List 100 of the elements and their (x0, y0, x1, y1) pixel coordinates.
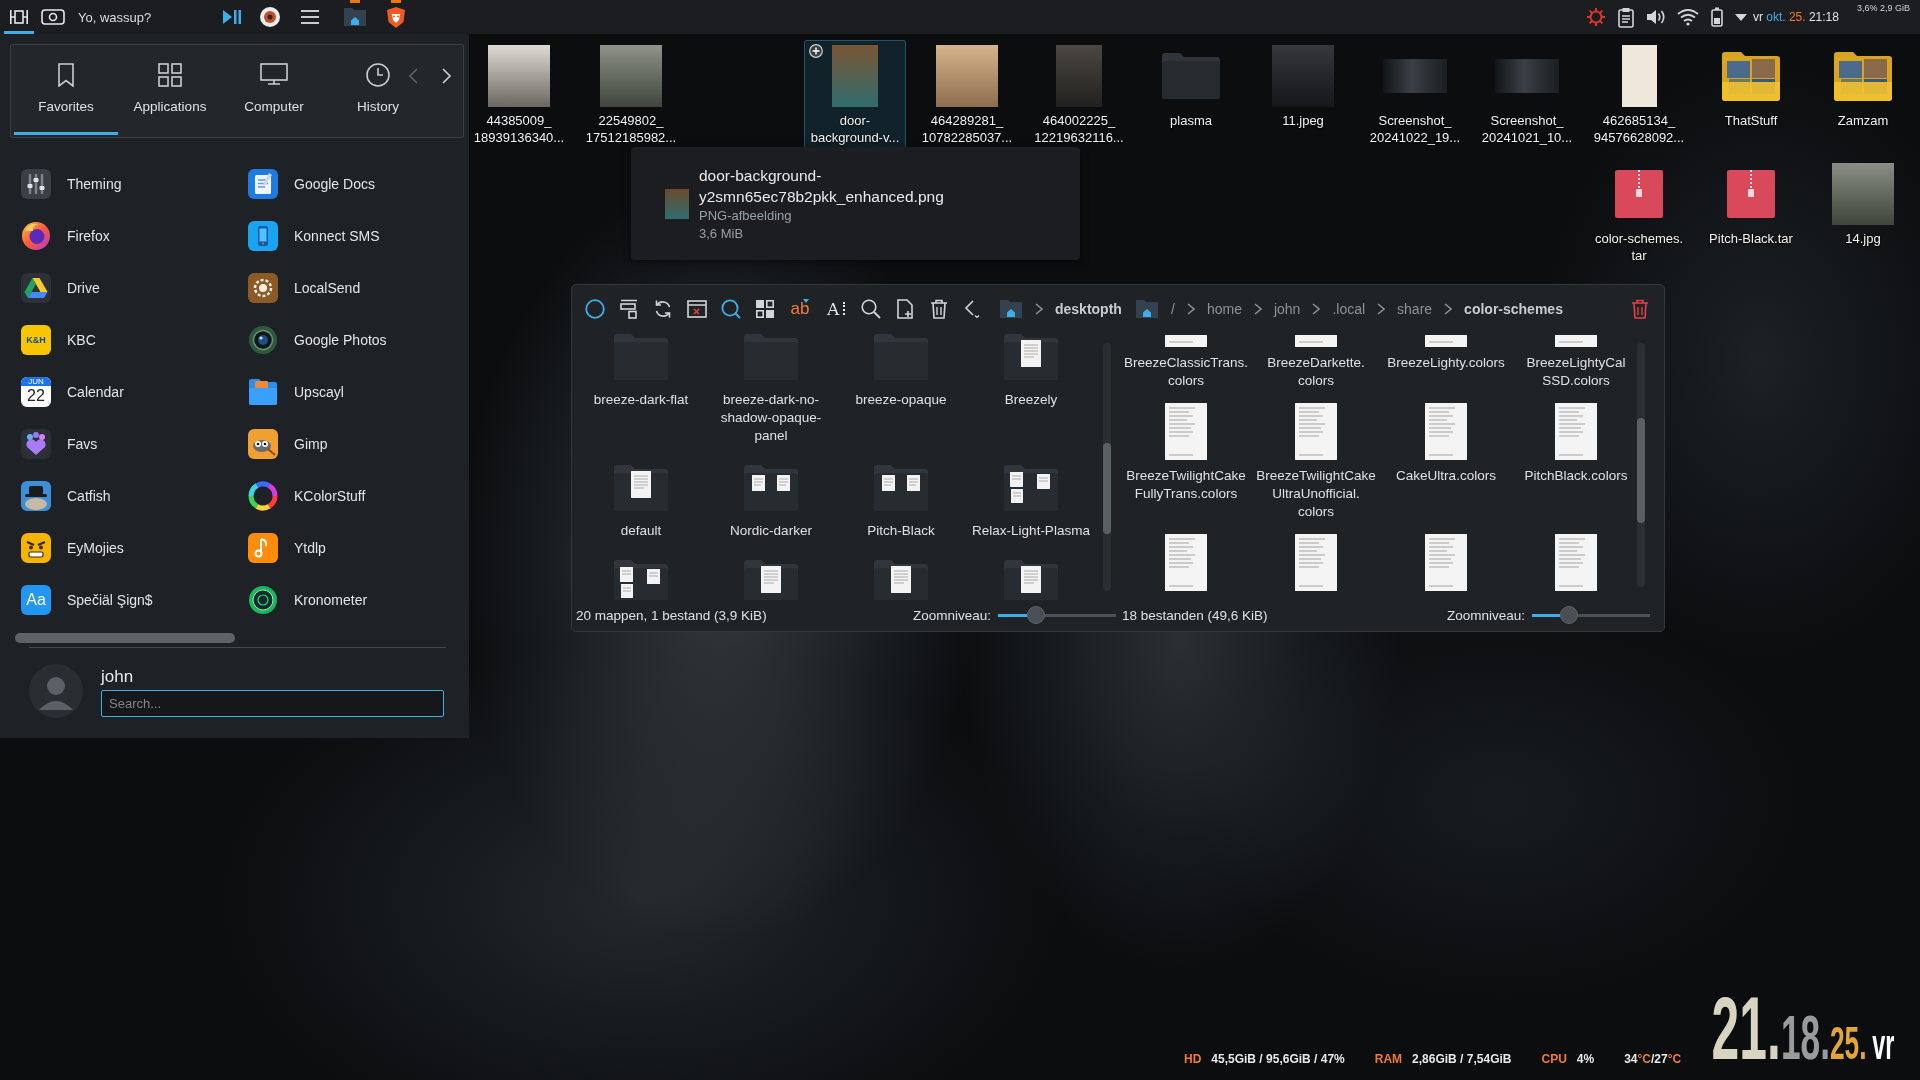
search-icon[interactable] (861, 299, 881, 319)
path-segment[interactable]: / (1171, 301, 1175, 317)
home-folder-icon[interactable] (1135, 299, 1159, 319)
document-folder-icon[interactable] (744, 560, 798, 600)
app-item[interactable]: Drive (21, 262, 248, 314)
slider-handle[interactable] (1027, 606, 1045, 624)
launcher-tab[interactable]: Applications (118, 45, 222, 135)
file-thumbnail[interactable] (1295, 335, 1337, 347)
font-tool[interactable]: A (825, 299, 847, 319)
wifi-icon[interactable] (1676, 8, 1699, 26)
document-folder-icon[interactable] (744, 465, 798, 511)
scrollbar-thumb[interactable] (1637, 418, 1645, 523)
path-segment[interactable]: home (1206, 301, 1242, 317)
angry-face-icon (21, 533, 51, 563)
desktop-item[interactable]: Screenshot_ 20241022_19... (1364, 40, 1466, 151)
document-folder-icon[interactable] (1004, 465, 1058, 511)
rename-tool[interactable]: ab (789, 299, 811, 319)
desktop-item[interactable]: 464002225_ 12219632116... (1028, 40, 1130, 151)
file-thumbnail[interactable] (1295, 534, 1337, 591)
menu-icon[interactable] (301, 10, 319, 24)
desktop-item[interactable]: 44385009_ 18939136340... (468, 40, 570, 151)
app-item[interactable]: K&H KBC (21, 314, 248, 366)
memory-usage-text: 3,6% 2,9 GiB (1856, 3, 1910, 13)
desktop-item[interactable]: 464289281_ 10782285037... (916, 40, 1018, 151)
desktop-item[interactable]: plasma (1140, 40, 1242, 134)
chevron-left-icon[interactable] (409, 68, 418, 84)
app-item[interactable]: JUN 22 Calendar (21, 366, 248, 418)
search-field[interactable]: Search... (101, 690, 444, 717)
desktop-item[interactable]: 22549802_ 17512185982... (580, 40, 682, 151)
layout-icon[interactable] (619, 299, 639, 319)
desktop-item[interactable]: 462685134_ 94576628092... (1588, 40, 1690, 151)
app-item[interactable]: Firefox (21, 210, 248, 262)
app-item[interactable]: Konnect SMS (248, 210, 475, 262)
bookmark-icon (58, 63, 74, 87)
desktop-item[interactable]: Zamzam (1812, 40, 1914, 134)
app-item[interactable]: EyMojies (21, 522, 248, 574)
app-item[interactable]: LocalSend (248, 262, 475, 314)
disc-icon[interactable] (260, 7, 280, 27)
app-item[interactable]: Google Docs (248, 158, 475, 210)
find-icon[interactable] (721, 299, 741, 319)
app-item[interactable]: Upscayl (248, 366, 475, 418)
app-item[interactable]: Gimp (248, 418, 475, 470)
refresh-icon[interactable] (653, 299, 673, 319)
path-segment[interactable]: .local (1332, 301, 1366, 317)
file-thumbnail[interactable] (1295, 403, 1337, 460)
document-folder-icon[interactable] (614, 465, 668, 511)
file-thumbnail[interactable] (1165, 403, 1207, 460)
volume-icon[interactable] (1645, 9, 1665, 25)
monitor-icon (260, 63, 288, 85)
launcher-tab[interactable]: Favorites (14, 45, 118, 135)
file-thumbnail[interactable] (1165, 335, 1207, 347)
play-pause-icon[interactable] (222, 10, 241, 24)
scrollbar[interactable] (15, 633, 235, 643)
file-thumbnail[interactable] (1555, 403, 1597, 460)
circle-icon[interactable] (585, 299, 605, 319)
document-folder-icon[interactable] (1004, 560, 1058, 600)
app-item[interactable]: Kronometer (248, 574, 475, 626)
path-segment[interactable]: john (1273, 301, 1301, 317)
chevron-right-icon[interactable] (442, 68, 451, 84)
caret-down-icon[interactable] (1734, 13, 1747, 21)
app-item[interactable]: Favs (21, 418, 248, 470)
new-file-icon[interactable] (895, 299, 915, 319)
file-thumbnail[interactable] (1425, 403, 1467, 460)
launcher-tab[interactable]: Computer (222, 45, 326, 135)
launcher-tab[interactable]: History (326, 45, 430, 135)
app-item[interactable]: Google Photos (248, 314, 475, 366)
grid-icon[interactable] (755, 299, 775, 319)
app-item[interactable]: Ytdlp (248, 522, 475, 574)
home-folder-icon[interactable] (999, 299, 1023, 319)
app-item[interactable]: KColorStuff (248, 470, 475, 522)
path-segment[interactable]: color-schemes (1464, 301, 1563, 317)
avatar-icon[interactable] (29, 664, 83, 718)
gear-icon[interactable] (1585, 7, 1606, 27)
file-thumbnail[interactable] (1555, 534, 1597, 591)
desktop-item[interactable]: 14.jpg (1812, 158, 1914, 252)
app-item[interactable]: Aa Spečiäl Şign$ (21, 574, 248, 626)
file-thumbnail[interactable] (1165, 534, 1207, 591)
file-thumbnail[interactable] (1425, 534, 1467, 591)
path-segment[interactable]: desktopth (1055, 301, 1122, 317)
app-item[interactable]: Catfish (21, 470, 248, 522)
file-thumbnail[interactable] (1425, 335, 1467, 347)
desktop-item[interactable]: Screenshot_ 20241021_10... (1476, 40, 1578, 151)
path-segment[interactable]: share (1397, 301, 1433, 317)
document-folder-icon[interactable] (1004, 334, 1058, 380)
desktop-item[interactable]: color-schemes. tar (1588, 158, 1690, 269)
document-folder-icon[interactable] (874, 560, 928, 600)
slider-handle[interactable] (1560, 606, 1578, 624)
document-folder-icon[interactable] (614, 560, 668, 600)
window-icon[interactable] (687, 299, 707, 319)
app-item[interactable]: Theming (21, 158, 248, 210)
document-folder-icon[interactable] (874, 465, 928, 511)
battery-icon[interactable] (1710, 7, 1723, 27)
file-thumbnail[interactable] (1555, 335, 1597, 347)
scrollbar-thumb[interactable] (1103, 443, 1111, 534)
desktop-item[interactable]: Pitch-Black.tar (1700, 158, 1802, 252)
clipboard-icon[interactable] (1617, 6, 1634, 28)
camera-icon[interactable] (41, 9, 65, 25)
desktop-item[interactable]: 11.jpeg (1252, 40, 1354, 134)
add-icon[interactable] (809, 44, 823, 58)
desktop-item[interactable]: ThatStuff (1700, 40, 1802, 134)
